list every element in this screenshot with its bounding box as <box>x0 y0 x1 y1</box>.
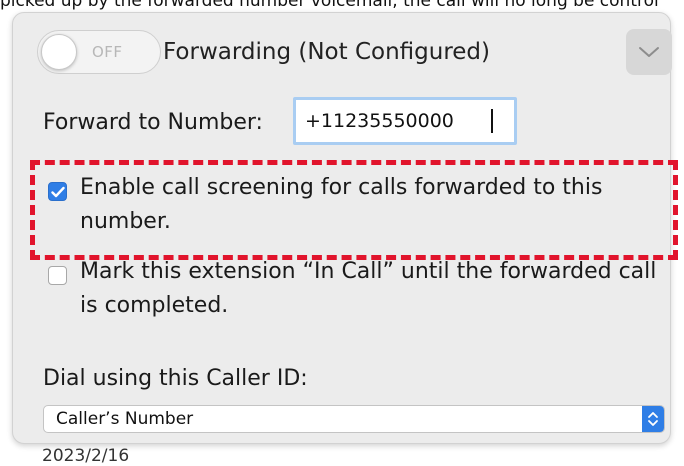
caller-id-selected-value: Caller’s Number <box>56 409 194 429</box>
mark-in-call-label: Mark this extension “In Call” until the … <box>80 259 657 318</box>
select-stepper <box>642 406 664 432</box>
forwarding-title: Forwarding (Not Configured) <box>163 39 490 65</box>
toggle-state-label: OFF <box>92 43 123 61</box>
forward-number-label: Forward to Number: <box>43 110 263 135</box>
text-caret <box>491 109 493 133</box>
call-screening-label: Enable call screening for calls forwarde… <box>80 175 603 234</box>
call-screening-checkbox[interactable] <box>48 182 67 201</box>
chevron-down-icon <box>639 47 659 57</box>
caller-id-select[interactable]: Caller’s Number <box>43 405 665 433</box>
forward-number-input[interactable] <box>293 97 517 145</box>
forwarding-toggle[interactable]: OFF <box>37 30 161 74</box>
chevron-updown-icon <box>648 412 658 426</box>
mark-in-call-checkbox[interactable] <box>48 266 67 285</box>
forwarding-panel: OFF Forwarding (Not Configured) Forward … <box>12 12 678 444</box>
checkmark-icon <box>51 186 65 198</box>
caller-id-label: Dial using this Caller ID: <box>43 366 308 391</box>
background-text-bottom: 2023/2/16 <box>42 446 130 466</box>
toggle-knob <box>41 34 77 70</box>
expand-button[interactable] <box>626 29 672 75</box>
